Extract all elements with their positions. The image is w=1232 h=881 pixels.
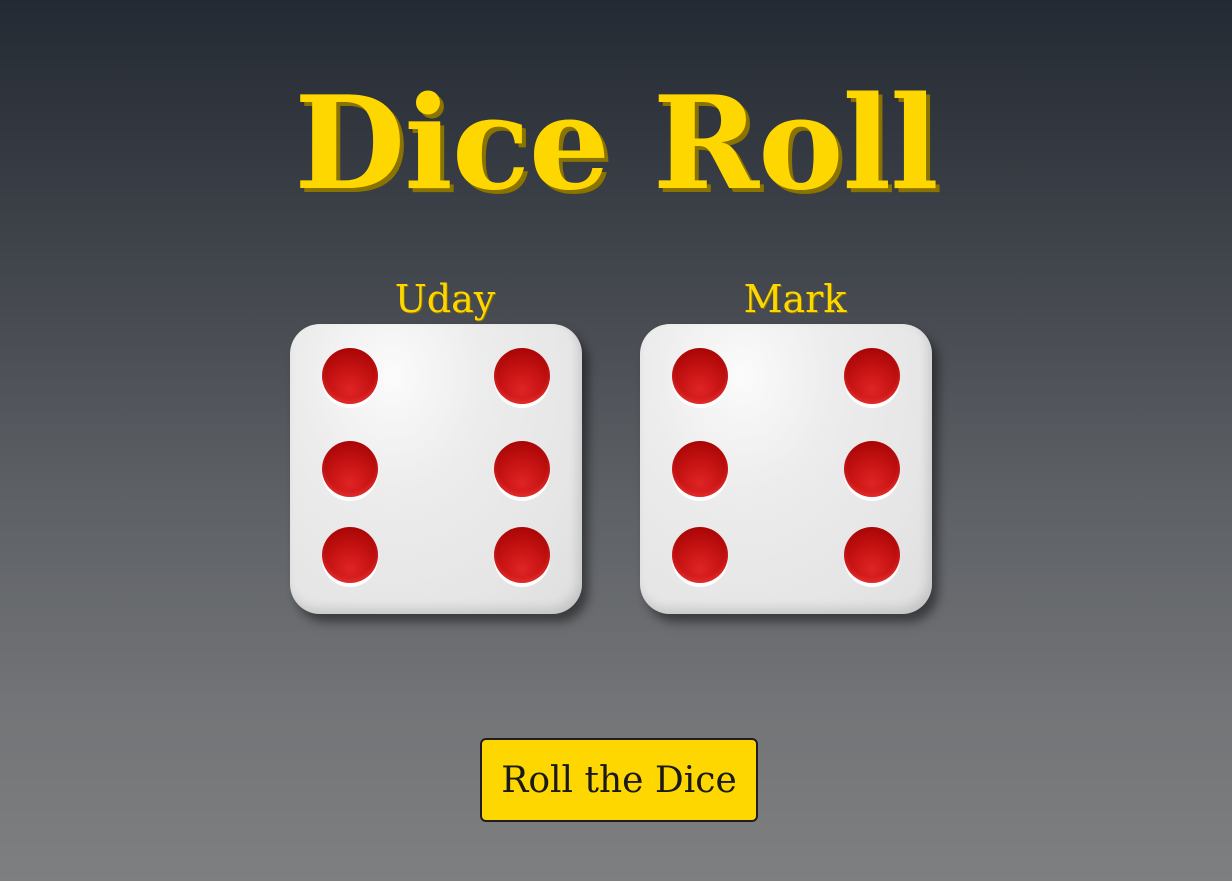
die-pip [322,348,378,404]
die-pip [494,441,550,497]
die-pip [494,348,550,404]
player-name: Mark [743,277,847,321]
die-pip [322,527,378,583]
die-pip [672,441,728,497]
die-pip [844,527,900,583]
die-pip [322,441,378,497]
die-face-six [290,324,582,614]
page-title: Dice Roll [294,69,939,219]
player-two: Mark [640,276,932,614]
player-one: Uday [290,276,582,614]
die-pip [494,527,550,583]
roll-dice-button[interactable]: Roll the Dice [480,738,758,822]
die-face-six [640,324,932,614]
die-pip [844,441,900,497]
die-pip [844,348,900,404]
die-pip [672,348,728,404]
die-pip [672,527,728,583]
player-name: Uday [394,277,496,321]
